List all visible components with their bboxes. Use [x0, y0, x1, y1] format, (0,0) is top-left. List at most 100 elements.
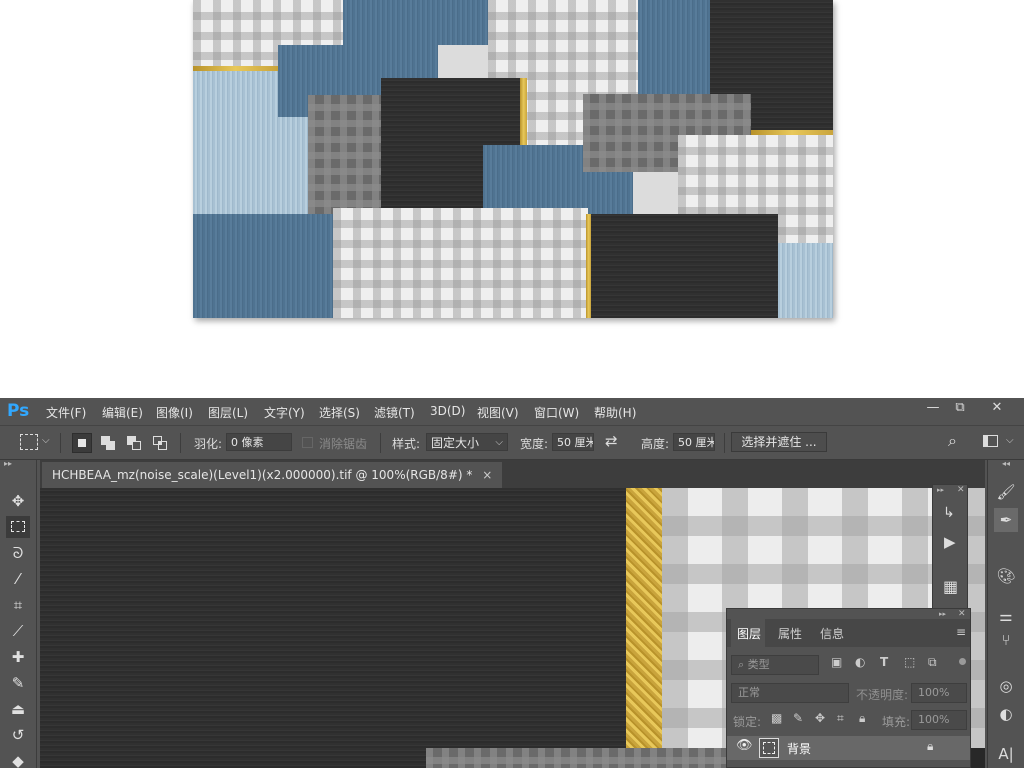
fill-input[interactable]: 100% [911, 710, 967, 730]
history-panel-icon[interactable]: ↳ [943, 505, 955, 521]
feather-input[interactable]: 0 像素 [226, 433, 292, 451]
menu-file[interactable]: 文件(F) [46, 404, 86, 421]
feather-label: 羽化: [194, 437, 223, 451]
search-icon[interactable]: ⌕ [948, 431, 957, 451]
tab-layers[interactable]: 图层 [737, 625, 761, 642]
lock-artboard-icon[interactable]: ⌗ [837, 711, 844, 726]
shape-filter-icon[interactable]: ⬚ [904, 655, 915, 669]
layer-filter-select[interactable]: ⌕ 类型 [731, 655, 819, 675]
menu-filter[interactable]: 滤镜(T) [374, 404, 415, 421]
menu-view[interactable]: 视图(V) [477, 404, 519, 421]
menu-window[interactable]: 窗口(W) [534, 404, 579, 421]
opacity-label: 不透明度: [856, 688, 909, 702]
layer-filter-value: 类型 [747, 658, 770, 671]
brush-preset-icon[interactable]: 🖌︎ [994, 480, 1018, 504]
adjustment-filter-icon[interactable]: ◐ [855, 655, 865, 669]
healing-brush-tool-icon[interactable]: ✚ [6, 646, 30, 668]
layer-row[interactable]: 👁︎ 背景 🔒︎ [727, 736, 970, 760]
chevron-down-icon[interactable]: ⌵ [1006, 435, 1014, 446]
document-tab[interactable]: HCHBEAA_mz(noise_scale)(Level1)(x2.00000… [42, 462, 503, 488]
pixel-filter-icon[interactable]: ▣ [831, 655, 842, 669]
play-action-icon[interactable]: ▶ [944, 533, 956, 551]
style-select[interactable]: 固定大小 ⌵ [426, 433, 508, 451]
select-and-mask-button[interactable]: 选择并遮住 ... [731, 432, 827, 452]
grid-panel-icon[interactable]: ▦ [943, 577, 958, 596]
history-brush-tool-icon[interactable]: ↺ [6, 724, 30, 746]
close-icon[interactable]: ✕ [957, 485, 965, 495]
opacity-value: 100% [918, 686, 950, 699]
select-and-mask-label: 选择并遮住 ... [741, 435, 817, 449]
magic-wand-tool-icon[interactable]: ⁄ [6, 568, 30, 590]
tab-properties[interactable]: 属性 [778, 625, 802, 642]
type-filter-icon[interactable]: T [880, 655, 888, 669]
smart-object-filter-icon[interactable]: ⧉ [928, 655, 937, 670]
options-bar: ⌵ 羽化: 0 像素 消除锯齿 样式: 固定大小 ⌵ 宽度: 50 厘米 ⇄ 高… [0, 425, 1024, 460]
collapse-icon[interactable]: ▸▸ [939, 610, 946, 618]
close-tab-icon[interactable]: × [482, 468, 492, 482]
width-input[interactable]: 50 厘米 [552, 433, 594, 451]
chevron-down-icon[interactable]: ⌵ [42, 435, 50, 446]
opacity-input[interactable]: 100% [911, 683, 967, 703]
minimize-button[interactable]: — [920, 400, 946, 420]
paths-icon[interactable]: ⑂ [994, 628, 1018, 652]
swap-width-height-icon[interactable]: ⇄ [605, 432, 618, 450]
add-to-selection-icon[interactable] [98, 433, 118, 453]
lock-all-icon[interactable]: 🔒︎ [859, 711, 865, 726]
eraser-tool-icon[interactable]: ◆ [6, 750, 30, 772]
layer-lock-icon: 🔒︎ [927, 739, 934, 753]
width-label: 宽度: [520, 437, 549, 451]
visibility-eye-icon[interactable]: 👁︎ [736, 738, 753, 753]
menu-select[interactable]: 选择(S) [319, 404, 360, 421]
style-select-value: 固定大小 [431, 436, 480, 450]
artwork-preview [193, 0, 833, 318]
document-tab-title: HCHBEAA_mz(noise_scale)(Level1)(x2.00000… [52, 468, 473, 482]
clone-stamp-tool-icon[interactable]: ⏏ [6, 698, 30, 720]
styles-icon[interactable]: ◐ [994, 702, 1018, 726]
blend-mode-value: 正常 [738, 686, 760, 699]
menu-layer[interactable]: 图层(L) [208, 404, 248, 421]
lock-transparent-icon[interactable]: ▩ [771, 711, 782, 725]
menu-3d[interactable]: 3D(D) [430, 404, 465, 418]
eyedropper-tool-icon[interactable]: ⟋ [6, 620, 30, 642]
libraries-icon[interactable]: ◎ [994, 674, 1018, 698]
antialias-checkbox[interactable] [302, 437, 313, 448]
menu-edit[interactable]: 编辑(E) [102, 404, 143, 421]
brush-settings-icon[interactable]: ✒ [994, 508, 1018, 532]
character-icon[interactable]: A| [994, 742, 1018, 766]
marquee-tool-preset-icon[interactable] [20, 434, 38, 450]
collapse-icon[interactable]: ▸▸ [937, 486, 944, 494]
fill-label: 填充: [882, 715, 911, 729]
move-tool-icon[interactable]: ✥ [6, 490, 30, 512]
adjustments-icon[interactable]: ⚌ [994, 604, 1018, 628]
panel-menu-icon[interactable]: ≡ [956, 625, 966, 639]
divider [60, 433, 61, 453]
menu-type[interactable]: 文字(Y) [264, 404, 305, 421]
collapse-icon[interactable]: ◂◂ [1002, 459, 1010, 468]
brush-tool-icon[interactable]: ✎ [6, 672, 30, 694]
height-input[interactable]: 50 厘米 [673, 433, 715, 451]
lock-position-icon[interactable]: ✥ [815, 711, 825, 725]
close-button[interactable]: ✕ [984, 400, 1010, 420]
rectangular-marquee-tool-icon[interactable] [6, 516, 30, 538]
right-dock: ◂◂ 🖌︎ ✒ 🎨︎ ⚌ ⑂ ◎ ◐ A| [987, 459, 1024, 768]
close-icon[interactable]: ✕ [958, 609, 966, 619]
lock-image-icon[interactable]: ✎ [793, 711, 803, 725]
subtract-from-selection-icon[interactable] [124, 433, 144, 453]
filter-toggle-icon[interactable] [959, 658, 966, 665]
search-icon: ⌕ [738, 658, 748, 671]
collapse-icon[interactable]: ▸▸ [4, 459, 12, 468]
new-selection-icon[interactable] [72, 433, 92, 453]
tab-info[interactable]: 信息 [820, 625, 844, 642]
blend-mode-select[interactable]: 正常 [731, 683, 849, 703]
mini-panel-strip: ▸▸ ✕ ↳ ▶ ▦ [932, 484, 968, 614]
artwork-tile [343, 0, 488, 45]
menu-image[interactable]: 图像(I) [156, 404, 193, 421]
restore-button[interactable]: ⧉ [947, 400, 973, 420]
lasso-tool-icon[interactable]: ᘐ [6, 542, 30, 564]
crop-tool-icon[interactable]: ⌗ [6, 594, 30, 616]
workspace-icon[interactable] [983, 435, 998, 447]
color-palette-icon[interactable]: 🎨︎ [994, 564, 1018, 588]
menu-help[interactable]: 帮助(H) [594, 404, 636, 421]
divider [380, 433, 381, 453]
intersect-selection-icon[interactable] [150, 433, 170, 453]
